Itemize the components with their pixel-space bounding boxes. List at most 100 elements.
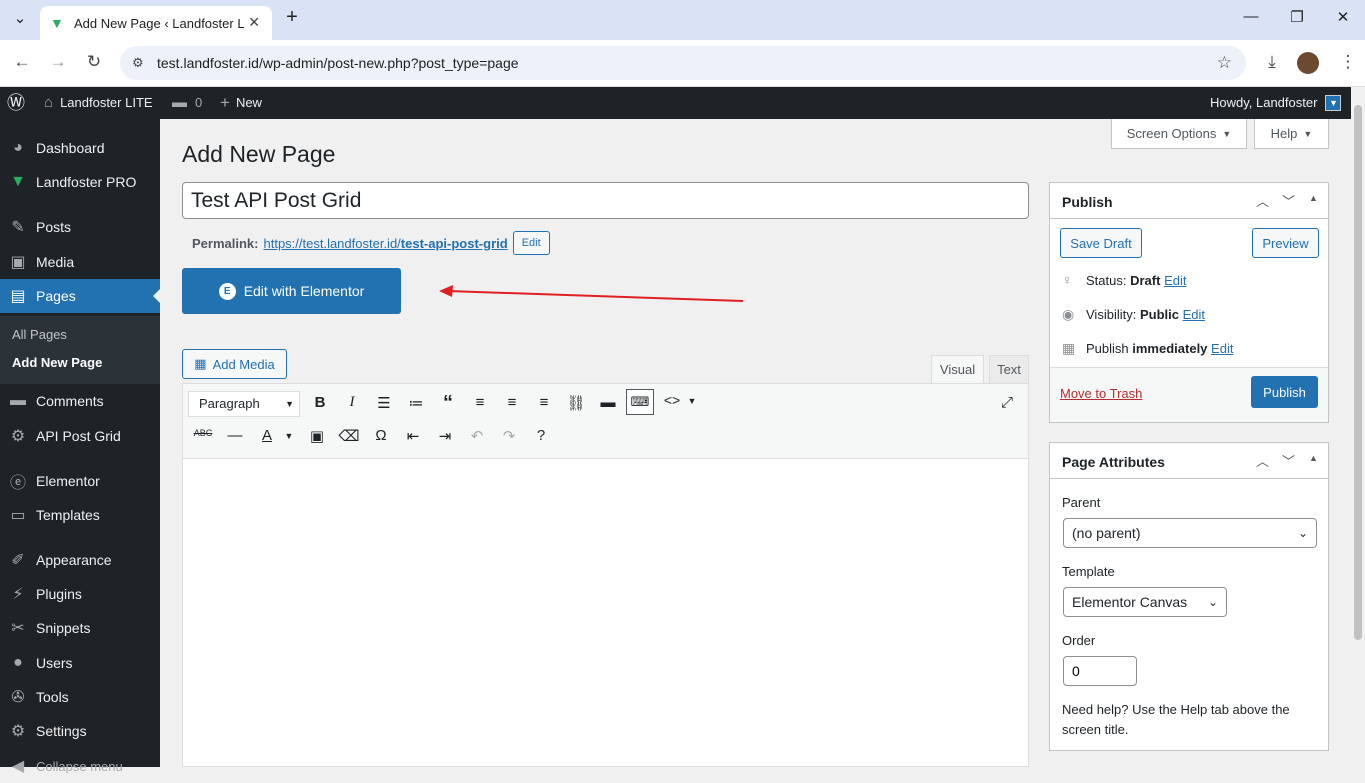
bullet-list-icon[interactable]: ☰ — [372, 394, 396, 412]
move-to-trash-link[interactable]: Move to Trash — [1060, 386, 1142, 401]
order-input[interactable] — [1063, 656, 1137, 686]
caret-down-icon[interactable]: ▼ — [277, 431, 301, 441]
main-content: Screen Options▼ Help▼ Add New Page Perma… — [160, 119, 1351, 767]
sidebar-item-elementor[interactable]: ⓔ Elementor — [0, 464, 160, 498]
my-account-link[interactable]: Howdy, Landfoster ▼ — [1210, 87, 1342, 119]
sidebar-item-posts[interactable]: ✎ Posts — [0, 210, 160, 244]
sidebar-item-snippets[interactable]: ✂ Snippets — [0, 611, 160, 645]
browser-toolbar: ← → ↻ ⚙ test.landfoster.id/wp-admin/post… — [0, 40, 1365, 87]
sidebar-item-settings[interactable]: ⚙ Settings — [0, 714, 160, 748]
special-character-icon[interactable]: Ω — [369, 427, 393, 444]
editor-wrapper: Paragraph ▼ B I ☰ ≔ “ ≡ ≡ ≡ ⛓ ▬ ⌨ <> ▼ ⤢ … — [182, 383, 1029, 767]
back-icon[interactable]: ← — [10, 52, 34, 72]
strikethrough-icon[interactable]: ABC — [191, 428, 215, 438]
eye-icon: ◉ — [1062, 306, 1075, 322]
status-edit-link[interactable]: Edit — [1164, 273, 1186, 288]
browser-tab[interactable]: ▼ Add New Page ‹ Landfoster LITE ✕ — [40, 6, 272, 40]
sidebar-item-dashboard[interactable]: ◕ Dashboard — [0, 131, 160, 165]
template-select[interactable]: Elementor Canvas ⌄ — [1063, 587, 1227, 617]
editor-content-area[interactable] — [183, 460, 1028, 766]
tab-text[interactable]: Text — [989, 355, 1029, 383]
sidebar-collapse-menu[interactable]: ◀ Collapse menu — [0, 749, 160, 783]
site-name-link[interactable]: ⌂ Landfoster LITE — [44, 87, 153, 119]
browser-menu-icon[interactable]: ⋮ — [1336, 52, 1360, 72]
schedule-value: immediately — [1132, 341, 1208, 356]
new-tab-icon[interactable]: + — [280, 6, 304, 29]
clear-formatting-icon[interactable]: ⌫ — [337, 427, 361, 445]
sidebar-item-appearance[interactable]: ✐ Appearance — [0, 543, 160, 577]
fullscreen-icon[interactable]: ⤢ — [995, 394, 1019, 411]
preview-button[interactable]: Preview — [1252, 228, 1319, 258]
redo-icon[interactable]: ↷ — [497, 427, 521, 445]
numbered-list-icon[interactable]: ≔ — [404, 394, 428, 412]
paste-text-icon[interactable]: ▣ — [305, 427, 329, 445]
close-tab-icon[interactable]: ✕ — [248, 14, 260, 31]
link-icon[interactable]: ⛓ — [564, 394, 588, 412]
submenu-add-new-page[interactable]: Add New Page — [12, 355, 102, 370]
sidebar-item-media[interactable]: ▣ Media — [0, 245, 160, 279]
gear-icon: ⚙ — [10, 428, 26, 445]
site-name: Landfoster LITE — [60, 95, 153, 110]
format-select[interactable]: Paragraph ▼ — [188, 391, 300, 417]
align-left-icon[interactable]: ≡ — [468, 394, 492, 411]
address-bar[interactable]: ⚙ test.landfoster.id/wp-admin/post-new.p… — [120, 46, 1246, 80]
read-more-icon[interactable]: ▬ — [596, 394, 620, 411]
bookmark-star-icon[interactable]: ☆ — [1217, 46, 1232, 80]
sidebar-item-templates[interactable]: ▭ Templates — [0, 498, 160, 532]
toolbar-toggle-icon[interactable]: ⌨ — [626, 389, 654, 415]
text-color-icon[interactable]: A — [255, 427, 279, 444]
wordpress-logo-icon[interactable]: Ⓦ — [7, 87, 25, 119]
sidebar-item-tools[interactable]: ✇ Tools — [0, 680, 160, 714]
move-down-icon[interactable]: ﹀ — [1282, 451, 1295, 470]
profile-avatar[interactable] — [1297, 52, 1319, 74]
sidebar-item-plugins[interactable]: ⚡ Plugins — [0, 577, 160, 611]
add-media-button[interactable]: ▦ Add Media — [182, 349, 287, 379]
toggle-panel-icon[interactable]: ▲ — [1309, 193, 1318, 203]
submenu-all-pages[interactable]: All Pages — [12, 327, 67, 342]
tab-visual[interactable]: Visual — [931, 355, 984, 383]
forward-icon[interactable]: → — [46, 52, 70, 72]
italic-icon[interactable]: I — [340, 394, 364, 411]
sidebar-item-users[interactable]: ● Users — [0, 646, 160, 680]
download-icon[interactable]: ⤓ — [1260, 52, 1284, 72]
home-icon: ⌂ — [44, 94, 54, 111]
sidebar-item-pages[interactable]: ▤ Pages — [0, 279, 160, 313]
save-draft-button[interactable]: Save Draft — [1060, 228, 1142, 258]
order-label: Order — [1062, 633, 1096, 648]
restore-icon[interactable]: ❐ — [1285, 8, 1309, 26]
bold-icon[interactable]: B — [308, 394, 332, 411]
help-icon[interactable]: ? — [529, 427, 553, 444]
comments-link[interactable]: ▬ 0 — [172, 87, 202, 119]
page-scrollbar[interactable] — [1351, 87, 1365, 767]
align-center-icon[interactable]: ≡ — [500, 394, 524, 411]
publish-button[interactable]: Publish — [1251, 376, 1318, 408]
chevron-down-icon: ⌄ — [1207, 595, 1218, 609]
admin-sidebar: ◕ Dashboard ▼ Landfoster PRO ✎ Posts ▣ Media… — [0, 119, 160, 775]
reload-icon[interactable]: ↻ — [82, 52, 106, 72]
align-right-icon[interactable]: ≡ — [532, 394, 556, 411]
visibility-edit-link[interactable]: Edit — [1183, 307, 1205, 322]
close-window-icon[interactable]: ✕ — [1331, 8, 1355, 26]
move-up-icon[interactable]: ︿ — [1256, 451, 1269, 470]
horizontal-line-icon[interactable]: — — [223, 427, 247, 444]
toggle-panel-icon[interactable]: ▲ — [1309, 453, 1318, 463]
outdent-icon[interactable]: ⇤ — [401, 427, 425, 445]
blockquote-icon[interactable]: “ — [436, 392, 460, 415]
status-value: Draft — [1130, 272, 1161, 288]
sidebar-item-comments[interactable]: ▬ Comments — [0, 384, 160, 418]
parent-select[interactable]: (no parent) ⌄ — [1063, 518, 1317, 548]
undo-icon[interactable]: ↶ — [465, 427, 489, 445]
schedule-edit-link[interactable]: Edit — [1211, 341, 1233, 356]
indent-icon[interactable]: ⇥ — [433, 427, 457, 445]
new-content-link[interactable]: + New — [220, 87, 262, 119]
sidebar-item-api-post-grid[interactable]: ⚙ API Post Grid — [0, 419, 160, 453]
move-up-icon[interactable]: ︿ — [1256, 191, 1269, 210]
caret-down-icon[interactable]: ▼ — [680, 396, 704, 406]
minimize-icon[interactable]: — — [1239, 8, 1263, 25]
tab-list-chevron-icon[interactable]: ⌄ — [8, 9, 32, 27]
site-info-icon[interactable]: ⚙ — [132, 46, 144, 80]
move-down-icon[interactable]: ﹀ — [1282, 191, 1295, 210]
publish-panel-header: Publish ︿ ﹀ ▲ — [1050, 183, 1328, 219]
sidebar-item-landfoster-pro[interactable]: ▼ Landfoster PRO — [0, 165, 160, 199]
scrollbar-thumb[interactable] — [1354, 105, 1362, 640]
